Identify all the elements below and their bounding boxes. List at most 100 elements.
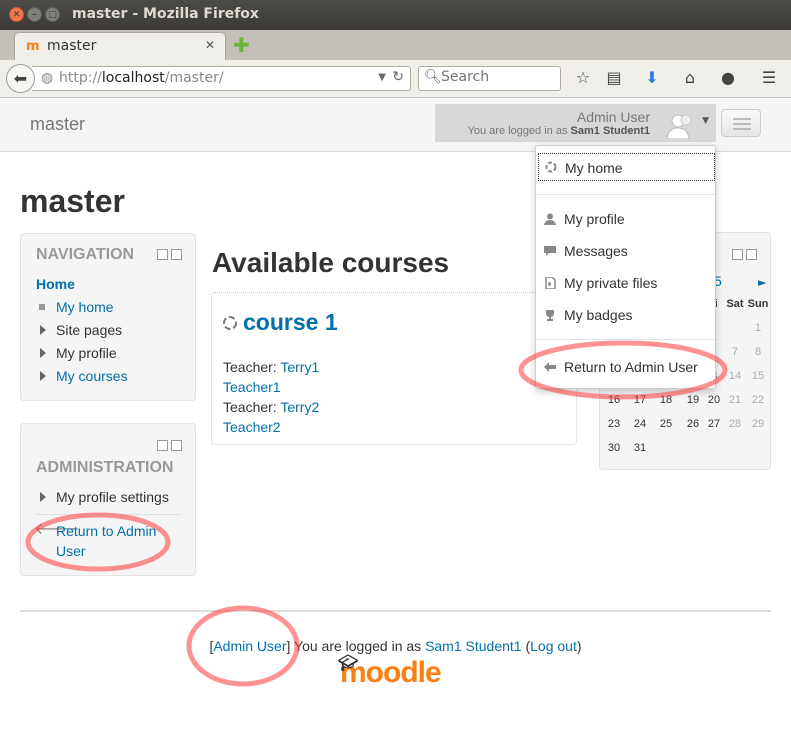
collapse-block-icon[interactable] (157, 249, 168, 260)
course-title-link[interactable]: course 1 (243, 309, 338, 336)
calendar-day[interactable]: 31 (627, 442, 653, 454)
administration-block: ADMINISTRATION My profile settings 🡐 Ret… (20, 423, 196, 576)
url-history-dropdown-icon[interactable]: ▼ (378, 72, 386, 83)
user-menu-name: Admin User (576, 109, 650, 125)
arrow-left-icon (544, 362, 556, 372)
menu-item-my-home[interactable]: My home (538, 153, 715, 181)
nav-item-my-courses[interactable]: My courses (56, 368, 128, 384)
calendar-day[interactable]: 16 (601, 394, 627, 406)
trophy-icon (546, 310, 554, 321)
calendar-day[interactable]: 15 (745, 370, 771, 382)
dock-block-icon[interactable] (746, 249, 757, 260)
window-minimize-button[interactable]: – (27, 7, 42, 22)
page-title: master (20, 183, 125, 219)
administration-block-title: ADMINISTRATION (36, 459, 174, 476)
search-input[interactable] (441, 69, 557, 85)
calendar-day[interactable]: 8 (745, 346, 771, 358)
expand-arrow-icon[interactable] (40, 325, 46, 335)
search-icon: 🔍︎ (424, 69, 442, 85)
tab-title: master (47, 38, 97, 54)
navigation-block-title: NAVIGATION (36, 246, 135, 263)
search-bar[interactable]: 🔍︎ (418, 66, 561, 91)
reading-list-icon[interactable]: ▤ (604, 68, 624, 87)
moodle-home-icon (545, 161, 557, 173)
chevron-down-icon: ▼ (702, 116, 709, 126)
calendar-day[interactable]: 30 (601, 442, 627, 454)
nav-item-site-pages[interactable]: Site pages (56, 322, 122, 338)
window-close-button[interactable]: ✕ (9, 7, 24, 22)
teacher-line: Teacher: Terry2 (223, 399, 320, 415)
logout-link[interactable]: Log out (530, 638, 577, 654)
calendar-day-header: Sun (747, 298, 769, 310)
menu-item-return-to-admin[interactable]: Return to Admin User (536, 353, 715, 381)
navigation-block: NAVIGATION Home My home Site pages My pr… (20, 233, 196, 401)
calendar-day[interactable]: 22 (745, 394, 771, 406)
message-icon (544, 246, 556, 256)
user-menu-toggle[interactable]: Admin User You are logged in as Sam1 Stu… (435, 104, 716, 142)
url-bar[interactable]: ◍ http://localhost/master/ ▼ ↻ (32, 66, 411, 91)
teacher-link[interactable]: Teacher1 (223, 379, 281, 395)
browser-navbar: ◍ http://localhost/master/ ▼ ↻ ⬅ 🔍︎ ☆ ▤ … (0, 60, 791, 98)
course-icon (223, 316, 237, 330)
teacher-link[interactable]: Terry1 (280, 359, 319, 375)
tab-strip: m master ✕ ✚ (0, 30, 791, 60)
site-name-link[interactable]: master (30, 114, 85, 135)
return-to-admin-link[interactable]: Return to Admin User (56, 521, 156, 561)
menu-item-my-badges[interactable]: My badges (536, 301, 715, 329)
footer-login-info: [Admin User] You are logged in as Sam1 S… (209, 638, 582, 654)
calendar-day[interactable]: 24 (627, 418, 653, 430)
block-controls (157, 440, 183, 452)
user-profile-link[interactable]: Sam1 Student1 (425, 638, 522, 654)
hamburger-menu-icon[interactable]: ☰ (759, 68, 779, 87)
teacher-link[interactable]: Terry2 (280, 399, 319, 415)
nav-collapse-button[interactable] (721, 109, 761, 137)
admin-user-link[interactable]: Admin User (213, 638, 286, 654)
tab-close-icon[interactable]: ✕ (205, 38, 215, 52)
downloads-icon[interactable]: ⬇ (642, 68, 662, 87)
dock-block-icon[interactable] (171, 249, 182, 260)
chat-icon[interactable]: ● (718, 68, 738, 87)
menu-item-messages[interactable]: Messages (536, 237, 715, 265)
user-icon (544, 213, 556, 225)
next-month-arrow-icon[interactable]: ► (758, 276, 766, 289)
calendar-day[interactable]: 29 (745, 418, 771, 430)
footer-divider (20, 610, 771, 612)
collapse-block-icon[interactable] (732, 249, 743, 260)
calendar-day[interactable]: 25 (653, 418, 679, 430)
nav-home-link[interactable]: Home (36, 276, 75, 292)
dock-block-icon[interactable] (171, 440, 182, 451)
nav-item-my-profile[interactable]: My profile (56, 345, 117, 361)
moodle-navbar: master Admin User You are logged in as S… (0, 98, 791, 152)
teacher-link[interactable]: Teacher2 (223, 419, 281, 435)
window-maximize-button[interactable]: □ (45, 7, 60, 22)
url-text[interactable]: http://localhost/master/ (59, 70, 224, 86)
divider (36, 514, 182, 515)
expand-arrow-icon[interactable] (40, 348, 46, 358)
menu-item-my-profile[interactable]: My profile (536, 205, 715, 233)
collapse-block-icon[interactable] (157, 440, 168, 451)
teacher-line: Teacher: Terry1 (223, 359, 320, 375)
bookmark-star-icon[interactable]: ☆ (573, 68, 593, 87)
new-tab-plus-icon[interactable]: ✚ (233, 33, 250, 57)
menu-item-private-files[interactable]: My private files (536, 269, 715, 297)
globe-icon: ◍ (41, 70, 54, 86)
teacher-line: Teacher2 (223, 419, 281, 435)
expand-arrow-icon[interactable] (40, 371, 46, 381)
tab-master[interactable]: m master ✕ (14, 32, 226, 60)
block-controls (732, 249, 758, 261)
home-icon[interactable]: ⌂ (680, 68, 700, 87)
calendar-day[interactable]: 23 (601, 418, 627, 430)
window-title: master - Mozilla Firefox (72, 6, 259, 22)
calendar-day[interactable]: 17 (627, 394, 653, 406)
reload-icon[interactable]: ↻ (392, 69, 404, 85)
course-box: course 1 Teacher: Terry1 Teacher1 Teache… (211, 292, 577, 445)
calendar-day[interactable]: 18 (653, 394, 679, 406)
user-dropdown-menu: My home My profile Messages My private f… (535, 145, 716, 389)
admin-item-profile-settings[interactable]: My profile settings (56, 489, 169, 505)
back-button[interactable]: ⬅ (6, 64, 35, 93)
window-titlebar: ✕ – □ master - Mozilla Firefox (0, 0, 791, 30)
moodle-logo[interactable]: 🎓︎ moodle (338, 655, 442, 690)
calendar-day[interactable]: 1 (745, 322, 771, 334)
nav-item-my-home[interactable]: My home (56, 299, 114, 315)
expand-arrow-icon[interactable] (40, 492, 46, 502)
